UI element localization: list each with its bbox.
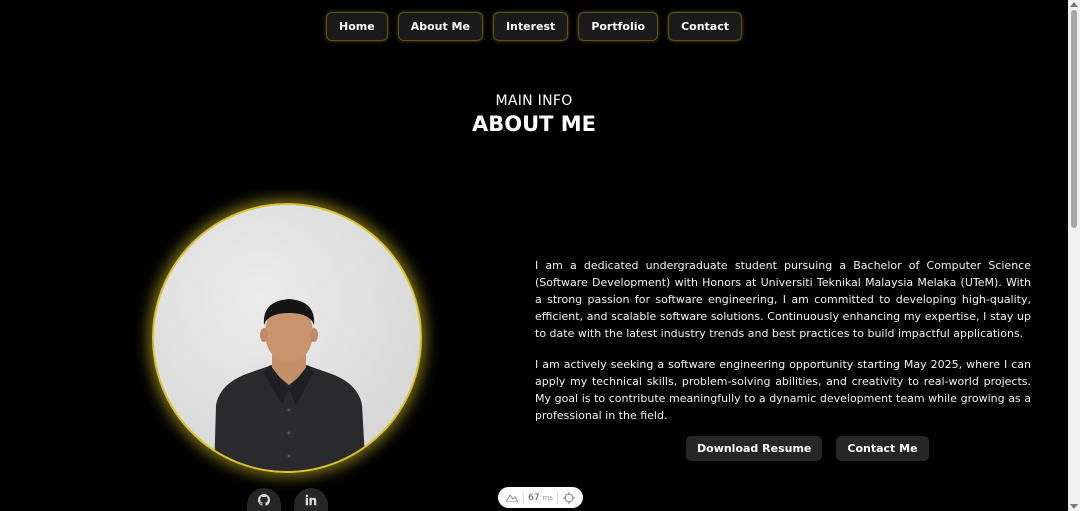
- nav-interest-label: Interest: [505, 20, 556, 33]
- profile-photo: [152, 203, 422, 473]
- contact-me-button[interactable]: Contact Me: [836, 436, 929, 461]
- mountain-icon: [506, 494, 519, 502]
- github-icon: [258, 494, 270, 506]
- nav-interest[interactable]: Interest: [492, 12, 569, 41]
- nav-about-me-label: About Me: [410, 20, 470, 33]
- action-buttons: Download Resume Contact Me: [686, 436, 929, 461]
- crosshair-icon: [562, 491, 575, 504]
- download-resume-label: Download Resume: [697, 442, 812, 455]
- person-illustration: [214, 299, 366, 471]
- page-title: ABOUT ME: [471, 112, 597, 136]
- performance-widget[interactable]: 67 ms: [498, 487, 583, 508]
- bio-paragraph-2: I am actively seeking a software enginee…: [535, 358, 1031, 422]
- section-subtitle: MAIN INFO: [495, 93, 573, 109]
- nav-portfolio[interactable]: Portfolio: [578, 12, 659, 41]
- nav-portfolio-label: Portfolio: [591, 20, 646, 33]
- perf-divider-2: [557, 491, 559, 504]
- linkedin-link[interactable]: [294, 488, 328, 511]
- bio-paragraph-1: I am a dedicated undergraduate student p…: [535, 259, 1031, 340]
- nav-home-label: Home: [339, 20, 375, 33]
- perf-value: 67: [528, 492, 540, 503]
- github-link[interactable]: [247, 488, 281, 511]
- nav-contact-label: Contact: [681, 20, 729, 33]
- about-text: I am a dedicated undergraduate student p…: [535, 257, 1031, 424]
- perf-divider: [522, 491, 524, 504]
- contact-me-label: Contact Me: [847, 442, 918, 455]
- nav-about-me[interactable]: About Me: [397, 12, 483, 41]
- nav-home[interactable]: Home: [326, 12, 388, 41]
- linkedin-icon: [305, 494, 317, 506]
- nav-contact[interactable]: Contact: [668, 12, 742, 41]
- perf-unit: ms: [542, 493, 553, 502]
- page-scrollbar[interactable]: [1068, 0, 1080, 511]
- download-resume-button[interactable]: Download Resume: [686, 436, 823, 461]
- top-nav: Home About Me Interest Portfolio Contact: [0, 12, 1068, 41]
- perf-readout: 67 ms: [528, 493, 553, 503]
- scroll-down-arrow-icon[interactable]: [1070, 504, 1078, 509]
- scroll-thumb[interactable]: [1071, 10, 1077, 228]
- scroll-up-arrow-icon[interactable]: [1070, 2, 1078, 7]
